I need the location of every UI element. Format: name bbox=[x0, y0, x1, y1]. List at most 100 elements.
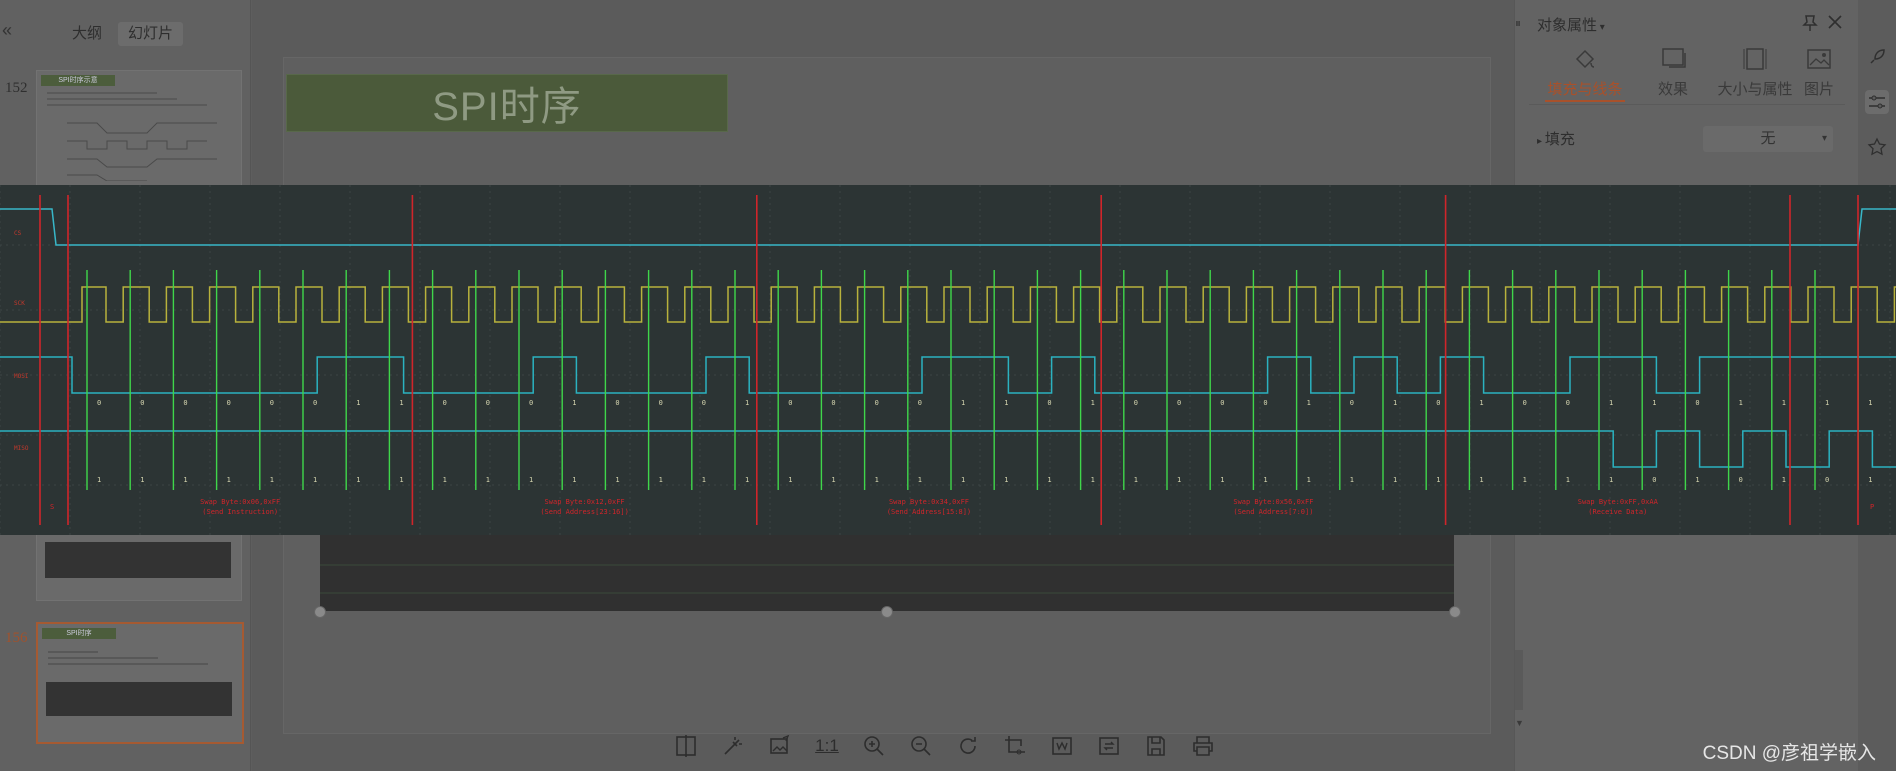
tab-fill-line[interactable]: 填充与线条 bbox=[1545, 44, 1625, 99]
fill-value: 无 bbox=[1760, 130, 1776, 147]
thumbnail-image bbox=[45, 542, 231, 578]
miso-bit-label: 1 bbox=[356, 476, 360, 484]
panel-collapse-icon[interactable]: ⏸ bbox=[1515, 16, 1521, 31]
mosi-bit-label: 0 bbox=[227, 399, 231, 407]
slide-thumbnail-active[interactable]: SPI时序 bbox=[36, 622, 244, 744]
miso-bit-label: 1 bbox=[875, 476, 879, 484]
tab-label: 效果 bbox=[1657, 81, 1688, 98]
active-tab-indicator bbox=[1545, 100, 1625, 102]
mosi-bit-label: 0 bbox=[1177, 399, 1181, 407]
resize-handle[interactable] bbox=[881, 606, 893, 618]
mosi-bit-label: 1 bbox=[1004, 399, 1008, 407]
fill-select[interactable]: 无 ▾ bbox=[1703, 126, 1833, 152]
mosi-bit-label: 1 bbox=[1739, 399, 1743, 407]
mosi-bit-label: 0 bbox=[918, 399, 922, 407]
miso-bit-label: 1 bbox=[1263, 476, 1267, 484]
fill-section-toggle[interactable]: ▸ 填充 bbox=[1537, 128, 1575, 149]
mosi-bit-label: 0 bbox=[875, 399, 879, 407]
mosi-bit-label: 1 bbox=[1825, 399, 1829, 407]
miso-bit-label: 1 bbox=[1436, 476, 1440, 484]
thumbnail-diagram bbox=[47, 92, 217, 181]
effects-icon bbox=[1633, 44, 1713, 74]
tab-label: 填充与线条 bbox=[1547, 81, 1623, 98]
miso-bit-label: 1 bbox=[1523, 476, 1527, 484]
slide-thumbnail[interactable]: SPI时序示意 bbox=[36, 70, 242, 187]
byte-annotation: (Send Address[23:16]) bbox=[540, 508, 629, 516]
byte-annotation: (Send Address[7:0]) bbox=[1233, 508, 1313, 516]
byte-annotation: Swap Byte:0x06,0xFF bbox=[200, 498, 280, 506]
image-frame-bottom[interactable] bbox=[320, 535, 1454, 611]
resize-handle[interactable] bbox=[314, 606, 326, 618]
byte-annotation: Swap Byte:0x56,0xFF bbox=[1233, 498, 1313, 506]
star-icon[interactable] bbox=[1865, 135, 1889, 159]
export-image-icon[interactable] bbox=[1046, 730, 1078, 762]
stop-label: P bbox=[1870, 503, 1874, 511]
miso-bit-label: 1 bbox=[1479, 476, 1483, 484]
split-view-icon[interactable] bbox=[670, 730, 702, 762]
print-icon[interactable] bbox=[1187, 730, 1219, 762]
tab-effects[interactable]: 效果 bbox=[1633, 44, 1713, 99]
rocket-icon[interactable] bbox=[1865, 45, 1889, 69]
mosi-bit-label: 1 bbox=[745, 399, 749, 407]
spi-timing-capture-image[interactable]: CS SCK MOSI MISO 0 1 0 1 0 1 0 1 0 1 0 1 1 1 1 1 0 1 0 1 0 1 1 1 0 1 0… bbox=[0, 185, 1896, 535]
pin-icon[interactable] bbox=[1801, 14, 1819, 37]
byte-annotation: Swap Byte:0xFF,0xAA bbox=[1578, 498, 1659, 506]
zoom-out-icon[interactable] bbox=[905, 730, 937, 762]
miso-bit-label: 1 bbox=[1609, 476, 1613, 484]
miso-bit-label: 1 bbox=[1350, 476, 1354, 484]
mosi-bit-label: 1 bbox=[1652, 399, 1656, 407]
mosi-bit-label: 1 bbox=[1868, 399, 1872, 407]
tab-outline[interactable]: 大纲 bbox=[62, 22, 112, 46]
crop-icon[interactable] bbox=[999, 730, 1031, 762]
mosi-bit-label: 0 bbox=[270, 399, 274, 407]
resize-handle[interactable] bbox=[1449, 606, 1461, 618]
thumbnail-text-lines bbox=[48, 651, 208, 665]
miso-bit-label: 1 bbox=[1091, 476, 1095, 484]
convert-image-icon[interactable] bbox=[1093, 730, 1125, 762]
miso-bit-label: 1 bbox=[97, 476, 101, 484]
miso-bit-label: 1 bbox=[745, 476, 749, 484]
miso-bit-label: 1 bbox=[1134, 476, 1138, 484]
mosi-bit-label: 1 bbox=[1091, 399, 1095, 407]
slide-title-box[interactable]: SPI时序 bbox=[286, 74, 728, 132]
mosi-bit-label: 1 bbox=[399, 399, 403, 407]
miso-bit-label: 1 bbox=[1047, 476, 1051, 484]
mosi-bit-label: 0 bbox=[615, 399, 619, 407]
start-label: S bbox=[50, 503, 54, 511]
miso-bit-label: 1 bbox=[1393, 476, 1397, 484]
magic-select-icon[interactable] bbox=[717, 730, 749, 762]
miso-bit-label: 0 bbox=[1739, 476, 1743, 484]
timing-diagram: CS SCK MOSI MISO 0 1 0 1 0 1 0 1 0 1 0 1 1 1 1 1 0 1 0 1 0 1 1 1 0 1 0… bbox=[0, 185, 1896, 535]
miso-bit-label: 1 bbox=[1220, 476, 1224, 484]
actual-size-button[interactable]: 1:1 bbox=[811, 730, 843, 762]
zoom-in-icon[interactable] bbox=[858, 730, 890, 762]
scrollbar[interactable] bbox=[1515, 650, 1523, 710]
edit-image-icon[interactable] bbox=[764, 730, 796, 762]
byte-annotation: (Send Instruction) bbox=[202, 508, 278, 516]
panel-title[interactable]: 对象属性 ▾ bbox=[1537, 14, 1605, 35]
tab-slides[interactable]: 幻灯片 bbox=[118, 22, 184, 46]
miso-bit-label: 1 bbox=[183, 476, 187, 484]
miso-bit-label: 1 bbox=[831, 476, 835, 484]
close-icon[interactable] bbox=[1827, 14, 1843, 35]
save-icon[interactable] bbox=[1140, 730, 1172, 762]
miso-bit-label: 1 bbox=[615, 476, 619, 484]
mosi-bit-label: 0 bbox=[659, 399, 663, 407]
signal-label-sck: SCK bbox=[14, 300, 25, 307]
mosi-bit-label: 0 bbox=[529, 399, 533, 407]
collapse-panel-icon[interactable]: « bbox=[2, 20, 12, 41]
miso-bit-label: 1 bbox=[227, 476, 231, 484]
byte-annotation: Swap Byte:0x12,0xFF bbox=[545, 498, 625, 506]
fill-label: 填充 bbox=[1544, 131, 1575, 148]
miso-bit-label: 1 bbox=[313, 476, 317, 484]
signal-label-mosi: MOSI bbox=[14, 373, 29, 380]
settings-sliders-icon[interactable] bbox=[1865, 90, 1889, 114]
scroll-down-icon[interactable]: ▼ bbox=[1515, 718, 1524, 728]
picture-icon bbox=[1779, 44, 1859, 74]
chevron-down-icon: ▾ bbox=[1821, 133, 1827, 144]
rotate-icon[interactable] bbox=[952, 730, 984, 762]
tab-picture[interactable]: 图片 bbox=[1779, 44, 1859, 99]
miso-trace bbox=[0, 430, 1896, 468]
tab-label: 图片 bbox=[1803, 81, 1834, 98]
miso-bit-label: 1 bbox=[702, 476, 706, 484]
